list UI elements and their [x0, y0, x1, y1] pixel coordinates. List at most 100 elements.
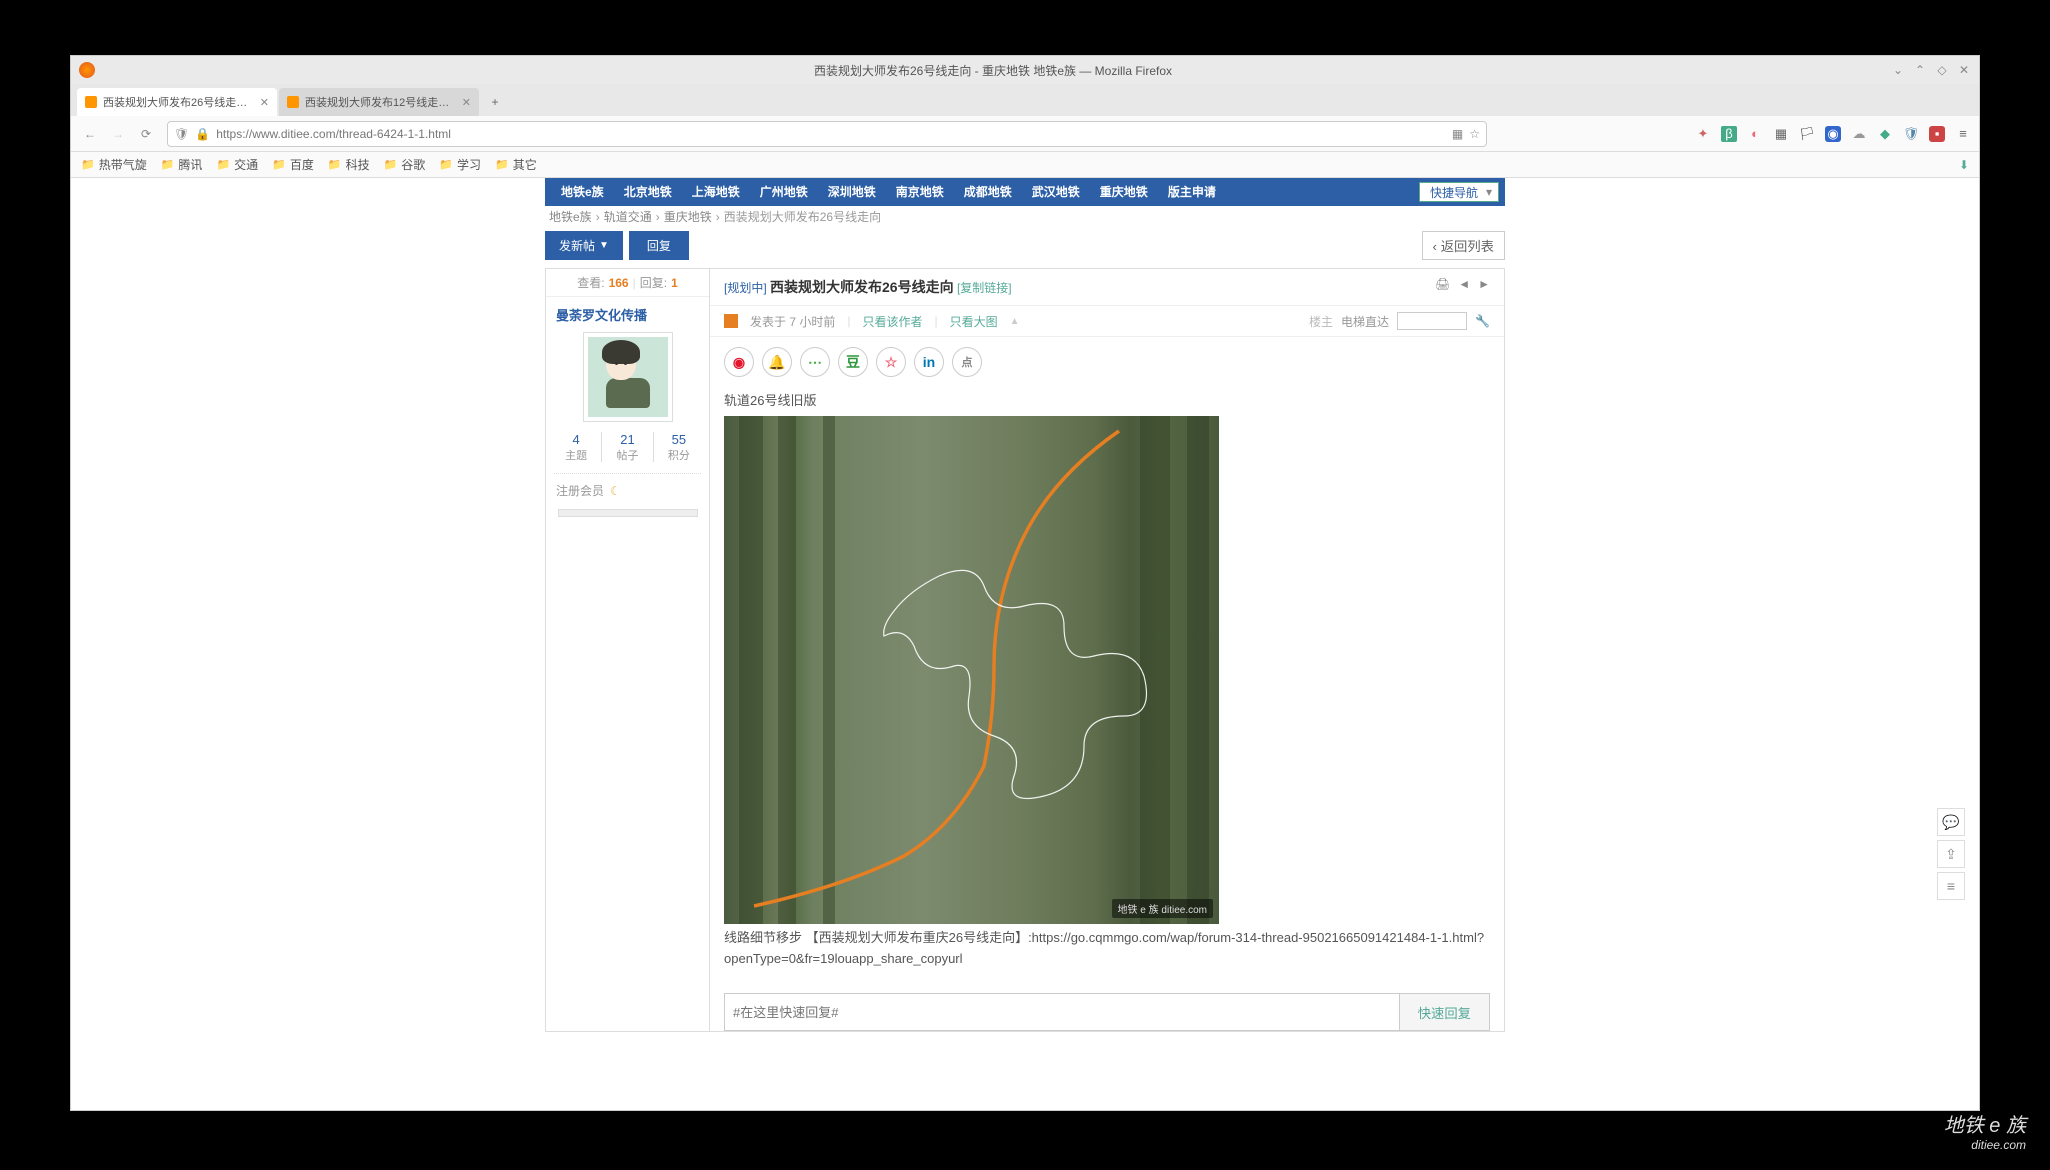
topnav-link[interactable]: 广州地铁 — [750, 178, 818, 206]
wrench-icon[interactable]: 🔧 — [1475, 314, 1490, 328]
tab-label: 西装规划大师发布12号线走… — [305, 94, 449, 110]
avatar[interactable] — [583, 332, 673, 422]
tab-1[interactable]: 西装规划大师发布26号线走… ✕ — [77, 88, 277, 116]
bookmark-folder[interactable]: 其它 — [495, 156, 537, 173]
menu-icon[interactable]: ≡ — [1955, 126, 1971, 142]
copy-link[interactable]: [复制链接] — [957, 281, 1012, 295]
back-button[interactable]: ← — [79, 123, 101, 145]
quick-reply-input[interactable] — [724, 993, 1400, 1031]
url-input[interactable] — [216, 127, 1446, 141]
comment-icon[interactable]: 💬 — [1937, 808, 1965, 836]
lock-icon[interactable]: 🔒 — [195, 127, 210, 141]
new-post-button[interactable]: 发新帖 ▼ — [545, 231, 623, 260]
list-icon[interactable]: ≡ — [1937, 872, 1965, 900]
window-maximize-down-icon[interactable]: ⌃ — [1913, 63, 1927, 77]
tab-2[interactable]: 西装规划大师发布12号线走… ✕ — [279, 88, 479, 116]
extension-icons: ✦ β ◐ ▦ 🏳 ◉ ☁ ◆ 🛡 ▪ ≡ — [1695, 126, 1971, 142]
ext-icon[interactable]: ▪ — [1929, 126, 1945, 142]
url-bar[interactable]: 🛡 🔒 ▦ ☆ — [167, 121, 1487, 147]
bookmark-folder[interactable]: 谷歌 — [384, 156, 426, 173]
prev-icon[interactable]: ◄ — [1458, 277, 1470, 291]
only-bigimg-link[interactable]: 只看大图 — [950, 313, 998, 330]
share-weibo-icon[interactable]: ◉ — [724, 347, 754, 377]
quick-reply-area: 快速回复 — [710, 983, 1504, 1031]
breadcrumb-link[interactable]: 地铁e族 — [549, 208, 592, 225]
reload-button[interactable]: ⟳ — [135, 123, 157, 145]
next-icon[interactable]: ► — [1478, 277, 1490, 291]
topnav-link[interactable]: 版主申请 — [1158, 178, 1226, 206]
firefox-logo-icon — [79, 62, 95, 78]
page-watermark: 地铁 e 族 ditiee.com — [1944, 1114, 2026, 1152]
stat-points[interactable]: 55积分 — [668, 432, 690, 463]
topnav-link[interactable]: 成都地铁 — [954, 178, 1022, 206]
topnav-link[interactable]: 北京地铁 — [614, 178, 682, 206]
forward-button[interactable]: → — [107, 123, 129, 145]
ext-icon[interactable]: ◉ — [1825, 126, 1841, 142]
post-container: 查看: 166 | 回复: 1 曼荼罗文化传播 — [545, 268, 1505, 1032]
download-icon[interactable]: ⬇ — [1959, 158, 1969, 172]
share-wechat-icon[interactable]: ⋯ — [800, 347, 830, 377]
ext-icon[interactable]: ☁ — [1851, 126, 1867, 142]
action-buttons-row: 发新帖 ▼ 回复 ‹ 返回列表 — [545, 231, 1505, 260]
side-float-tools: 💬 ⇪ ≡ — [1937, 808, 1965, 900]
quicknav-label: 快捷导航 — [1430, 184, 1478, 201]
breadcrumb-link[interactable]: 重庆地铁 — [664, 208, 712, 225]
new-tab-button[interactable]: + — [481, 88, 509, 116]
return-list-button[interactable]: ‹ 返回列表 — [1422, 231, 1505, 260]
favicon-icon — [287, 96, 299, 108]
ext-icon[interactable]: 🏳 — [1799, 126, 1815, 142]
topnav-link[interactable]: 深圳地铁 — [818, 178, 886, 206]
reply-button[interactable]: 回复 — [629, 231, 689, 260]
bookmark-folder[interactable]: 学习 — [439, 156, 481, 173]
ext-icon[interactable]: ✦ — [1695, 126, 1711, 142]
only-author-link[interactable]: 只看该作者 — [862, 313, 922, 330]
bookmark-folder[interactable]: 交通 — [216, 156, 258, 173]
ext-icon[interactable]: 🛡 — [1903, 126, 1919, 142]
topnav-link[interactable]: 重庆地铁 — [1090, 178, 1158, 206]
ext-icon[interactable]: ◐ — [1747, 126, 1763, 142]
ext-icon[interactable]: β — [1721, 126, 1737, 142]
breadcrumb-link[interactable]: 轨道交通 — [604, 208, 652, 225]
share-dian-icon[interactable]: 点 — [952, 347, 982, 377]
ext-icon[interactable]: ◆ — [1877, 126, 1893, 142]
quick-reply-button[interactable]: 快速回复 — [1400, 993, 1490, 1031]
print-icon[interactable]: 🖨 — [1435, 277, 1450, 291]
bookmark-folder[interactable]: 腾讯 — [161, 156, 203, 173]
quicknav-dropdown[interactable]: 快捷导航 — [1419, 182, 1499, 202]
stat-posts[interactable]: 21帖子 — [616, 432, 638, 463]
tab-close-icon[interactable]: ✕ — [260, 96, 269, 109]
bookmark-folder[interactable]: 百度 — [272, 156, 314, 173]
member-level: 注册会员 ☾ — [546, 474, 709, 507]
post-text: 线路细节移步 【西装规划大师发布重庆26号线走向】:https://go.cqm… — [724, 928, 1490, 970]
topnav-link[interactable]: 上海地铁 — [682, 178, 750, 206]
shield-icon[interactable]: 🛡 — [174, 127, 189, 141]
elevator-input[interactable] — [1397, 312, 1467, 330]
stat-threads[interactable]: 4主题 — [565, 432, 587, 463]
bookmark-star-icon[interactable]: ☆ — [1469, 127, 1480, 141]
author-icon — [724, 314, 738, 328]
bookmarks-bar: 热带气旋 腾讯 交通 百度 科技 谷歌 学习 其它 ⬇ — [71, 152, 1979, 178]
share-linkedin-icon[interactable]: in — [914, 347, 944, 377]
level-moon-icon: ☾ — [610, 484, 621, 498]
scroll-top-icon[interactable]: ⇪ — [1937, 840, 1965, 868]
map-image[interactable]: 地铁 e 族 ditiee.com — [724, 416, 1219, 924]
topnav-link[interactable]: 武汉地铁 — [1022, 178, 1090, 206]
page-content: 地铁e族 北京地铁 上海地铁 广州地铁 深圳地铁 南京地铁 成都地铁 武汉地铁 … — [71, 178, 1979, 1110]
share-bell-icon[interactable]: 🔔 — [762, 347, 792, 377]
bookmark-folder[interactable]: 科技 — [328, 156, 370, 173]
topnav-link[interactable]: 南京地铁 — [886, 178, 954, 206]
username-link[interactable]: 曼荼罗文化传播 — [546, 297, 709, 332]
window-minimize-icon[interactable]: ⌄ — [1891, 63, 1905, 77]
window-title: 西装规划大师发布26号线走向 - 重庆地铁 地铁e族 — Mozilla Fir… — [95, 62, 1891, 79]
ext-icon[interactable]: ▦ — [1773, 126, 1789, 142]
topnav-link[interactable]: 地铁e族 — [551, 178, 614, 206]
bookmark-folder[interactable]: 热带气旋 — [81, 156, 147, 173]
window-maximize-icon[interactable]: ◇ — [1935, 63, 1949, 77]
tab-close-icon[interactable]: ✕ — [462, 96, 471, 109]
share-star-icon[interactable]: ☆ — [876, 347, 906, 377]
qr-icon[interactable]: ▦ — [1452, 127, 1463, 141]
post-text: 轨道26号线旧版 — [724, 391, 1490, 412]
window-close-icon[interactable]: ✕ — [1957, 63, 1971, 77]
share-douban-icon[interactable]: 豆 — [838, 347, 868, 377]
post-tag[interactable]: [规划中] — [724, 281, 767, 295]
